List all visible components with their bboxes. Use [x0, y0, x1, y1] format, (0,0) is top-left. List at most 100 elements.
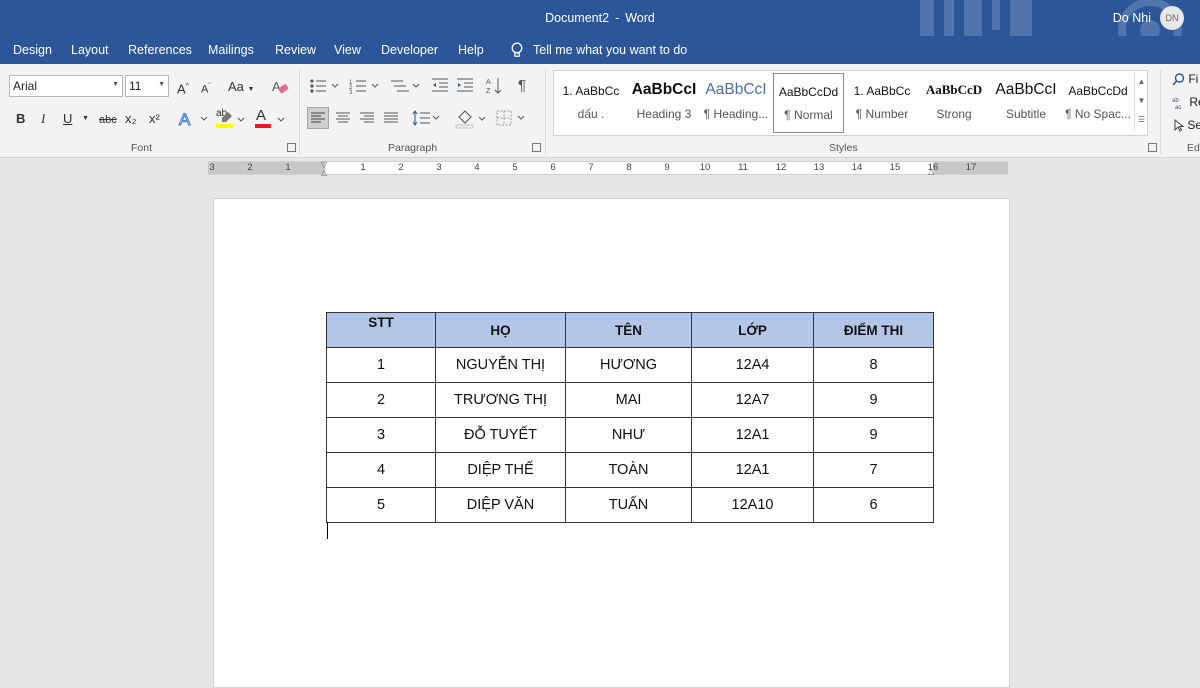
superscript-button[interactable]: x²: [149, 111, 160, 127]
grow-font-button[interactable]: A^: [177, 79, 189, 97]
scroll-down-icon[interactable]: ▼: [1135, 91, 1148, 110]
text-effects-button[interactable]: A: [178, 109, 212, 129]
header-lop[interactable]: LỚP: [691, 312, 814, 348]
ruler-label: 15: [889, 162, 901, 173]
styles-more-icon[interactable]: ☰: [1135, 110, 1148, 129]
table-cell[interactable]: TRƯƠNG THỊ: [435, 382, 566, 418]
tab-help[interactable]: Help: [458, 43, 484, 57]
table-cell[interactable]: 5: [326, 487, 436, 523]
horizontal-ruler[interactable]: 3 2 1 1 2 3 4 5 6 7 8 9 10 11 12 13 14 1…: [208, 160, 1008, 177]
align-center-icon[interactable]: [336, 112, 350, 124]
tab-developer[interactable]: Developer: [381, 43, 438, 57]
decrease-indent-icon[interactable]: [431, 77, 449, 93]
borders-icon[interactable]: [496, 110, 530, 126]
justify-icon[interactable]: [384, 112, 398, 124]
avatar[interactable]: DN: [1160, 6, 1184, 30]
table-cell[interactable]: 8: [813, 347, 934, 383]
shrink-font-button[interactable]: Aˇ: [201, 79, 211, 98]
student-table[interactable]: STT HỌ TÊN LỚP ĐIỂM THI 1 NGUYỄN THỊ HƯƠNG…: [326, 312, 934, 523]
table-cell[interactable]: 6: [813, 487, 934, 523]
table-cell[interactable]: NHƯ: [565, 417, 692, 453]
align-right-icon[interactable]: [360, 112, 374, 124]
style-heading-3[interactable]: AaBbCcI Heading 3: [628, 73, 700, 133]
style-heading[interactable]: AaBbCcI ¶ Heading...: [700, 73, 772, 133]
tell-me-box[interactable]: Tell me what you want to do: [510, 42, 687, 58]
paragraph-group-label: Paragraph: [388, 142, 438, 154]
select-button[interactable]: Se: [1174, 118, 1200, 133]
scroll-up-icon[interactable]: ▲: [1135, 72, 1148, 91]
italic-button[interactable]: I: [41, 111, 45, 127]
style-no-spacing[interactable]: AaBbCcDd ¶ No Spac...: [1063, 73, 1133, 133]
table-cell[interactable]: 12A1: [691, 452, 814, 488]
table-cell[interactable]: 1: [326, 347, 436, 383]
header-ten[interactable]: TÊN: [565, 312, 692, 348]
style-dau[interactable]: 1. AaBbCc dấu .: [556, 73, 626, 133]
chevron-down-icon[interactable]: ▼: [112, 81, 119, 88]
increase-indent-icon[interactable]: [456, 77, 474, 93]
style-subtitle[interactable]: AaBbCcI Subtitle: [990, 73, 1062, 133]
change-case-button[interactable]: Aa ▼: [228, 79, 254, 98]
table-cell[interactable]: 12A4: [691, 347, 814, 383]
font-color-button[interactable]: A: [254, 107, 288, 130]
tab-mailings[interactable]: Mailings: [208, 43, 254, 57]
table-cell[interactable]: TUẤN: [565, 487, 692, 523]
style-number[interactable]: 1. AaBbCc ¶ Number: [846, 73, 918, 133]
table-cell[interactable]: DIỆP THẾ: [435, 452, 566, 488]
styles-scroll[interactable]: ▲ ▼ ☰: [1134, 72, 1148, 130]
chevron-down-icon[interactable]: ▼: [82, 111, 89, 127]
tab-design[interactable]: Design: [13, 43, 52, 57]
tab-review[interactable]: Review: [275, 43, 316, 57]
clear-formatting-icon[interactable]: A: [271, 79, 289, 95]
ruler-label: 14: [851, 162, 863, 173]
tab-references[interactable]: References: [128, 43, 192, 57]
underline-button[interactable]: U: [63, 111, 72, 127]
style-strong[interactable]: AaBbCcD Strong: [919, 73, 989, 133]
multilevel-list-icon[interactable]: [389, 78, 425, 94]
header-ho[interactable]: HỌ: [435, 312, 566, 348]
user-name[interactable]: Do Nhi: [1113, 11, 1151, 25]
table-cell[interactable]: 12A7: [691, 382, 814, 418]
highlight-button[interactable]: ab: [215, 108, 247, 130]
strikethrough-button[interactable]: abc: [99, 112, 117, 128]
bold-button[interactable]: B: [16, 111, 25, 127]
sort-icon[interactable]: AZ: [486, 77, 504, 95]
paragraph-dialog-launcher-icon[interactable]: .: [532, 143, 541, 152]
align-left-button[interactable]: [307, 107, 329, 129]
font-name-box[interactable]: Arial ▼: [9, 75, 123, 97]
account-area[interactable]: Do Nhi DN: [1113, 6, 1184, 30]
subscript-button[interactable]: x₂: [125, 111, 137, 127]
table-cell[interactable]: 9: [813, 417, 934, 453]
show-formatting-marks-button[interactable]: ¶: [518, 78, 526, 94]
find-button[interactable]: Fi: [1172, 72, 1198, 86]
right-indent-marker[interactable]: △: [928, 167, 934, 176]
table-cell[interactable]: 12A1: [691, 417, 814, 453]
table-cell[interactable]: 12A10: [691, 487, 814, 523]
table-cell[interactable]: 2: [326, 382, 436, 418]
table-cell[interactable]: 4: [326, 452, 436, 488]
header-stt[interactable]: STT: [326, 312, 436, 348]
header-diem-thi[interactable]: ĐIỂM THI: [813, 312, 934, 348]
tab-view[interactable]: View: [334, 43, 361, 57]
chevron-down-icon[interactable]: ▼: [158, 81, 165, 88]
bullets-icon[interactable]: [309, 78, 345, 94]
tab-layout[interactable]: Layout: [71, 43, 109, 57]
replace-button[interactable]: abac Re: [1172, 95, 1200, 110]
table-cell[interactable]: DIỆP VĂN: [435, 487, 566, 523]
table-cell[interactable]: 3: [326, 417, 436, 453]
table-cell[interactable]: 7: [813, 452, 934, 488]
hanging-indent-marker[interactable]: △: [321, 168, 327, 177]
table-cell[interactable]: ĐỖ TUYẾT: [435, 417, 566, 453]
numbering-icon[interactable]: 123: [349, 78, 385, 94]
style-normal[interactable]: AaBbCcDd ¶ Normal: [773, 73, 844, 133]
font-size-box[interactable]: 11 ▼: [125, 75, 169, 97]
table-cell[interactable]: MAI: [565, 382, 692, 418]
table-cell[interactable]: 9: [813, 382, 934, 418]
line-spacing-icon[interactable]: [412, 110, 442, 126]
font-dialog-launcher-icon[interactable]: .: [287, 143, 296, 152]
table-cell[interactable]: HƯƠNG: [565, 347, 692, 383]
table-cell[interactable]: NGUYỄN THỊ: [435, 347, 566, 383]
shading-icon[interactable]: [455, 109, 489, 129]
styles-dialog-launcher-icon[interactable]: .: [1148, 143, 1157, 152]
tell-me-text[interactable]: Tell me what you want to do: [533, 43, 687, 57]
table-cell[interactable]: TOÀN: [565, 452, 692, 488]
